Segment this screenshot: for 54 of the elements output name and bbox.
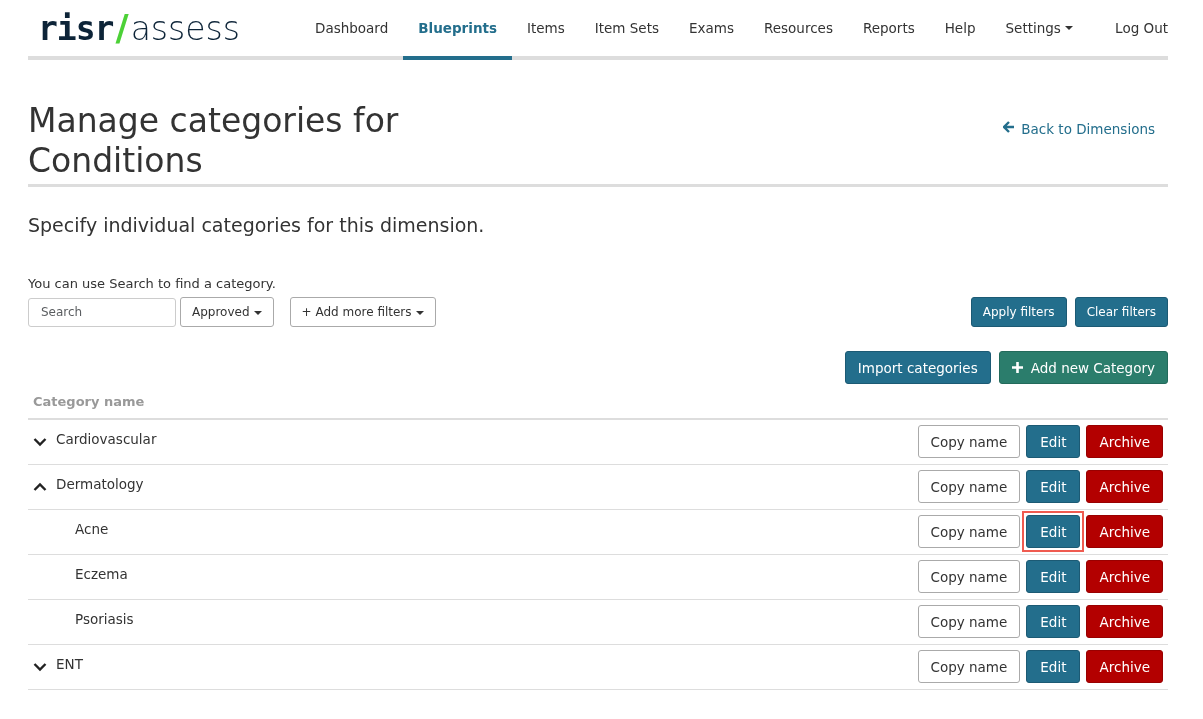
chevron-down-icon[interactable] xyxy=(33,436,47,447)
logo-slash: / xyxy=(115,10,129,46)
add-category-button[interactable]: Add new Category xyxy=(998,351,1168,385)
status-filter-dropdown[interactable]: Approved xyxy=(180,297,274,328)
category-name: Psoriasis xyxy=(75,609,134,629)
plus-icon xyxy=(1011,362,1023,374)
edit-button[interactable]: Edit xyxy=(1026,470,1081,504)
nav-link[interactable]: Exams xyxy=(674,0,749,60)
search-field[interactable]: Search xyxy=(28,297,176,327)
apply-filters-button[interactable]: Apply filters xyxy=(970,297,1067,328)
edit-button[interactable]: Edit xyxy=(1026,605,1081,639)
nav-link[interactable]: Reports xyxy=(847,0,930,60)
archive-button[interactable]: Archive xyxy=(1086,470,1163,504)
copy-name-button[interactable]: Copy name xyxy=(917,560,1021,594)
page-title: Manage categories for Conditions xyxy=(28,101,400,181)
edit-button[interactable]: Edit xyxy=(1026,650,1081,684)
nav-link[interactable]: Resources xyxy=(748,0,848,60)
copy-name-button[interactable]: Copy name xyxy=(917,605,1021,639)
nav-link[interactable]: Settings xyxy=(990,0,1088,60)
nav-link[interactable]: Help xyxy=(929,0,991,60)
category-name: ENT xyxy=(56,654,83,674)
column-header: Category name xyxy=(28,392,1168,420)
edit-button[interactable]: Edit xyxy=(1026,560,1081,594)
logo-text: assess xyxy=(130,11,240,45)
back-link[interactable]: Back to Dimensions xyxy=(1003,119,1155,181)
nav-link[interactable]: Dashboard xyxy=(300,0,404,60)
archive-button[interactable]: Archive xyxy=(1086,515,1163,549)
copy-name-button[interactable]: Copy name xyxy=(917,650,1021,684)
nav-link[interactable]: Item Sets xyxy=(579,0,674,60)
page-subtitle: Specify individual categories for this dimension. xyxy=(28,213,486,239)
chevron-down-icon[interactable] xyxy=(33,661,47,672)
copy-name-button[interactable]: Copy name xyxy=(917,470,1021,504)
edit-button[interactable]: Edit xyxy=(1026,515,1081,549)
import-categories-button[interactable]: Import categories xyxy=(844,351,991,385)
copy-name-button[interactable]: Copy name xyxy=(917,425,1021,459)
category-name: Eczema xyxy=(75,564,128,584)
logo-text: risr xyxy=(38,11,114,45)
category-name: Acne xyxy=(75,519,109,539)
category-name: Cardiovascular xyxy=(56,429,157,449)
archive-button[interactable]: Archive xyxy=(1086,650,1163,684)
archive-button[interactable]: Archive xyxy=(1086,425,1163,459)
copy-name-button[interactable]: Copy name xyxy=(917,515,1021,549)
category-name: Dermatology xyxy=(56,474,144,494)
clear-filters-button[interactable]: Clear filters xyxy=(1074,297,1168,328)
logout-link[interactable]: Log Out xyxy=(1100,0,1168,60)
archive-button[interactable]: Archive xyxy=(1086,560,1163,594)
search-hint: You can use Search to find a category. xyxy=(28,274,277,293)
edit-button[interactable]: Edit xyxy=(1026,425,1081,459)
left-arrow-icon xyxy=(1003,121,1016,133)
chevron-up-icon[interactable] xyxy=(33,481,47,492)
archive-button[interactable]: Archive xyxy=(1086,605,1163,639)
nav-link[interactable]: Blueprints xyxy=(403,0,512,60)
nav-link[interactable]: Items xyxy=(512,0,580,60)
add-filters-dropdown[interactable]: + Add more filters xyxy=(289,297,436,328)
